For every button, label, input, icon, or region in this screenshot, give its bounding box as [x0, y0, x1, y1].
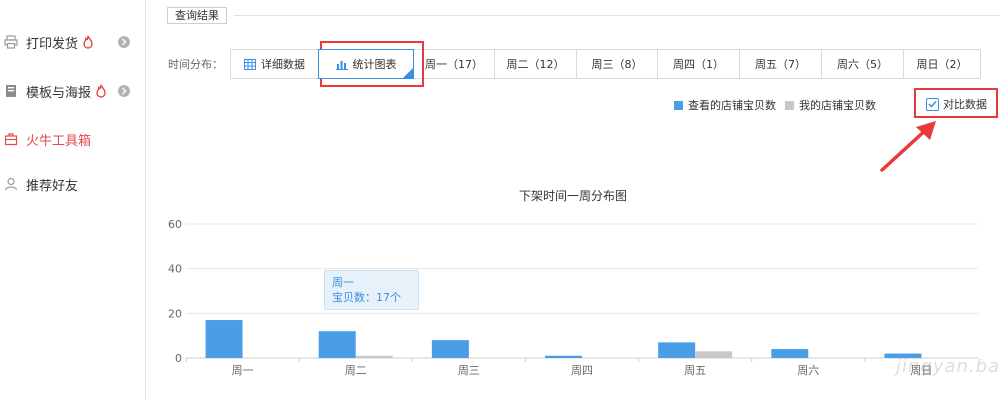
tab-label: 周日（2）: [916, 58, 968, 71]
tab-label: 统计图表: [352, 58, 397, 71]
table-icon: [244, 58, 256, 70]
tab-sunday[interactable]: 周日（2）: [903, 49, 981, 79]
chevron-right-icon[interactable]: [118, 85, 130, 97]
sidebar-item-label: 火牛工具箱: [26, 133, 92, 149]
sidebar-item-label: 打印发货: [26, 36, 79, 52]
sidebar-item-label: 模板与海报: [26, 85, 92, 101]
bar-viewed: [771, 349, 809, 358]
chart-title: 下架时间一周分布图: [518, 189, 627, 203]
tab-detail-data[interactable]: 详细数据: [230, 49, 319, 79]
y-tick-label: 20: [168, 307, 182, 320]
tooltip-value: 宝贝数：17个: [332, 291, 401, 304]
bar-viewed: [431, 340, 469, 358]
legend-label: 查看的店铺宝贝数: [688, 99, 776, 112]
bar-viewed: [545, 355, 582, 358]
tab-label: 周六（5）: [837, 58, 888, 71]
section-title: 查询结果: [167, 7, 227, 24]
fire-icon: [95, 84, 107, 98]
watermark: jingyan.baidu.com: [896, 356, 1000, 377]
tab-label: 周二（12）: [506, 58, 565, 71]
main-panel: 查询结果 时间分布： 详细数据 统计图表 周一（17） 周二（12） 周三（8）…: [146, 0, 1000, 400]
x-tick-label: 周四: [571, 364, 593, 377]
sidebar-item-templates[interactable]: 模板与海报: [0, 76, 146, 106]
sidebar-item-label: 推荐好友: [26, 178, 79, 194]
y-tick-label: 60: [168, 218, 182, 231]
tab-monday[interactable]: 周一（17）: [413, 49, 495, 79]
sidebar: 打印发货 模板与海报 火牛工具箱 推荐好友: [0, 0, 146, 400]
section-divider: [234, 15, 1000, 16]
tab-label: 周四（1）: [673, 58, 724, 71]
bar-chart: 0204060周一 周二 周三 周四 周五 周六 周日: [168, 218, 978, 377]
tab-label: 详细数据: [261, 58, 305, 71]
y-tick-label: 0: [175, 352, 182, 365]
x-tick-label: 周六: [797, 364, 819, 377]
tab-thursday[interactable]: 周四（1）: [657, 49, 740, 79]
template-icon: [4, 84, 18, 98]
time-distribution-tabs: 详细数据 统计图表 周一（17） 周二（12） 周三（8） 周四（1） 周五（7…: [230, 49, 981, 79]
tab-label: 周三（8）: [591, 58, 643, 71]
x-tick-label: 周二: [345, 364, 367, 377]
bar-mine: [355, 355, 393, 358]
tab-label: 周五（7）: [755, 58, 806, 71]
filter-label: 时间分布：: [168, 58, 223, 71]
app-root: 打印发货 模板与海报 火牛工具箱 推荐好友 查询结果 时间分布： 详细数据 统计…: [0, 0, 1000, 400]
chevron-right-icon[interactable]: [118, 36, 130, 48]
selected-check-corner: [403, 68, 413, 78]
chart-legend: 查看的店铺宝贝数 我的店铺宝贝数: [674, 97, 885, 113]
tab-friday[interactable]: 周五（7）: [739, 49, 822, 79]
tab-tuesday[interactable]: 周二（12）: [494, 49, 577, 79]
tab-wednesday[interactable]: 周三（8）: [576, 49, 658, 79]
fire-icon: [82, 35, 94, 49]
legend-label: 我的店铺宝贝数: [799, 99, 876, 112]
sidebar-item-recommend[interactable]: 推荐好友: [0, 169, 146, 199]
legend-swatch: [785, 100, 794, 110]
bar-chart-icon: [335, 59, 348, 70]
annotation-arrow-icon: [880, 121, 936, 172]
printer-icon: [4, 35, 18, 49]
tooltip-title: 周一: [332, 276, 354, 289]
legend-item-viewed[interactable]: 查看的店铺宝贝数: [674, 97, 776, 113]
tab-statistics-chart[interactable]: 统计图表: [318, 49, 414, 79]
sidebar-item-toolbox[interactable]: 火牛工具箱: [0, 124, 146, 154]
y-tick-label: 40: [168, 263, 182, 276]
tab-label: 周一（17）: [425, 58, 483, 71]
x-tick-label: 周五: [684, 364, 706, 377]
user-icon: [4, 177, 18, 191]
x-tick-label: 周一: [232, 364, 254, 377]
compare-label: 对比数据: [943, 98, 987, 111]
chart-tooltip: 周一 宝贝数：17个: [324, 270, 419, 310]
sidebar-item-print-ship[interactable]: 打印发货: [0, 27, 146, 57]
legend-item-mine[interactable]: 我的店铺宝贝数: [785, 97, 876, 113]
compare-data-checkbox[interactable]: 对比数据: [926, 96, 987, 112]
bar-viewed: [658, 342, 696, 358]
bar-viewed: [318, 331, 356, 358]
tab-saturday[interactable]: 周六（5）: [821, 49, 904, 79]
legend-swatch: [674, 100, 683, 110]
check-icon[interactable]: [926, 97, 939, 111]
bar-viewed: [205, 320, 243, 358]
bar-mine: [695, 351, 733, 358]
toolbox-icon: [4, 132, 18, 146]
x-tick-label: 周三: [458, 364, 480, 377]
